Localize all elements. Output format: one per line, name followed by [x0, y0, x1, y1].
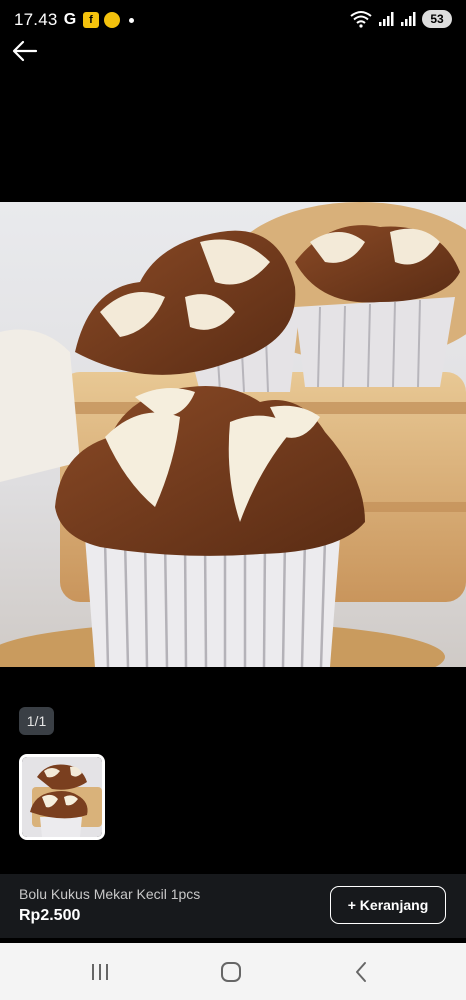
notification-icons: G f ojek — [62, 11, 134, 29]
battery-icon: 53 — [422, 10, 452, 28]
more-notifications-dot — [129, 17, 134, 23]
add-to-cart-button[interactable]: + Keranjang — [330, 886, 446, 924]
arrow-left-icon — [12, 40, 38, 62]
clock: 17.43 — [14, 10, 58, 29]
thumbnail-photo — [22, 757, 102, 837]
product-bottom-bar: Bolu Kukus Mekar Kecil 1pcs Rp2.500 + Ke… — [0, 874, 466, 938]
system-icons: 53 — [350, 10, 452, 28]
app-notification-icon: f — [83, 12, 99, 28]
product-image[interactable] — [0, 202, 466, 667]
signal-icon — [379, 12, 394, 26]
product-name: Bolu Kukus Mekar Kecil 1pcs — [19, 886, 201, 902]
steamed-cake-photo — [0, 202, 466, 667]
home-button[interactable] — [216, 957, 246, 987]
signal-icon-2 — [401, 12, 416, 26]
system-nav-bar — [0, 943, 466, 1000]
thumbnail-1[interactable] — [19, 754, 105, 840]
back-icon — [356, 962, 366, 982]
recent-apps-button[interactable] — [85, 957, 115, 987]
home-icon — [221, 962, 241, 982]
wifi-icon — [350, 11, 372, 28]
recent-apps-icon — [92, 964, 108, 980]
status-bar: 17.43 G f ojek 53 — [0, 0, 466, 42]
product-price: Rp2.500 — [19, 907, 81, 924]
ojek-app-icon: ojek — [104, 12, 120, 28]
system-back-button[interactable] — [346, 957, 376, 987]
google-icon: G — [63, 11, 77, 28]
page-indicator: 1/1 — [19, 707, 54, 735]
back-button[interactable] — [8, 36, 42, 66]
